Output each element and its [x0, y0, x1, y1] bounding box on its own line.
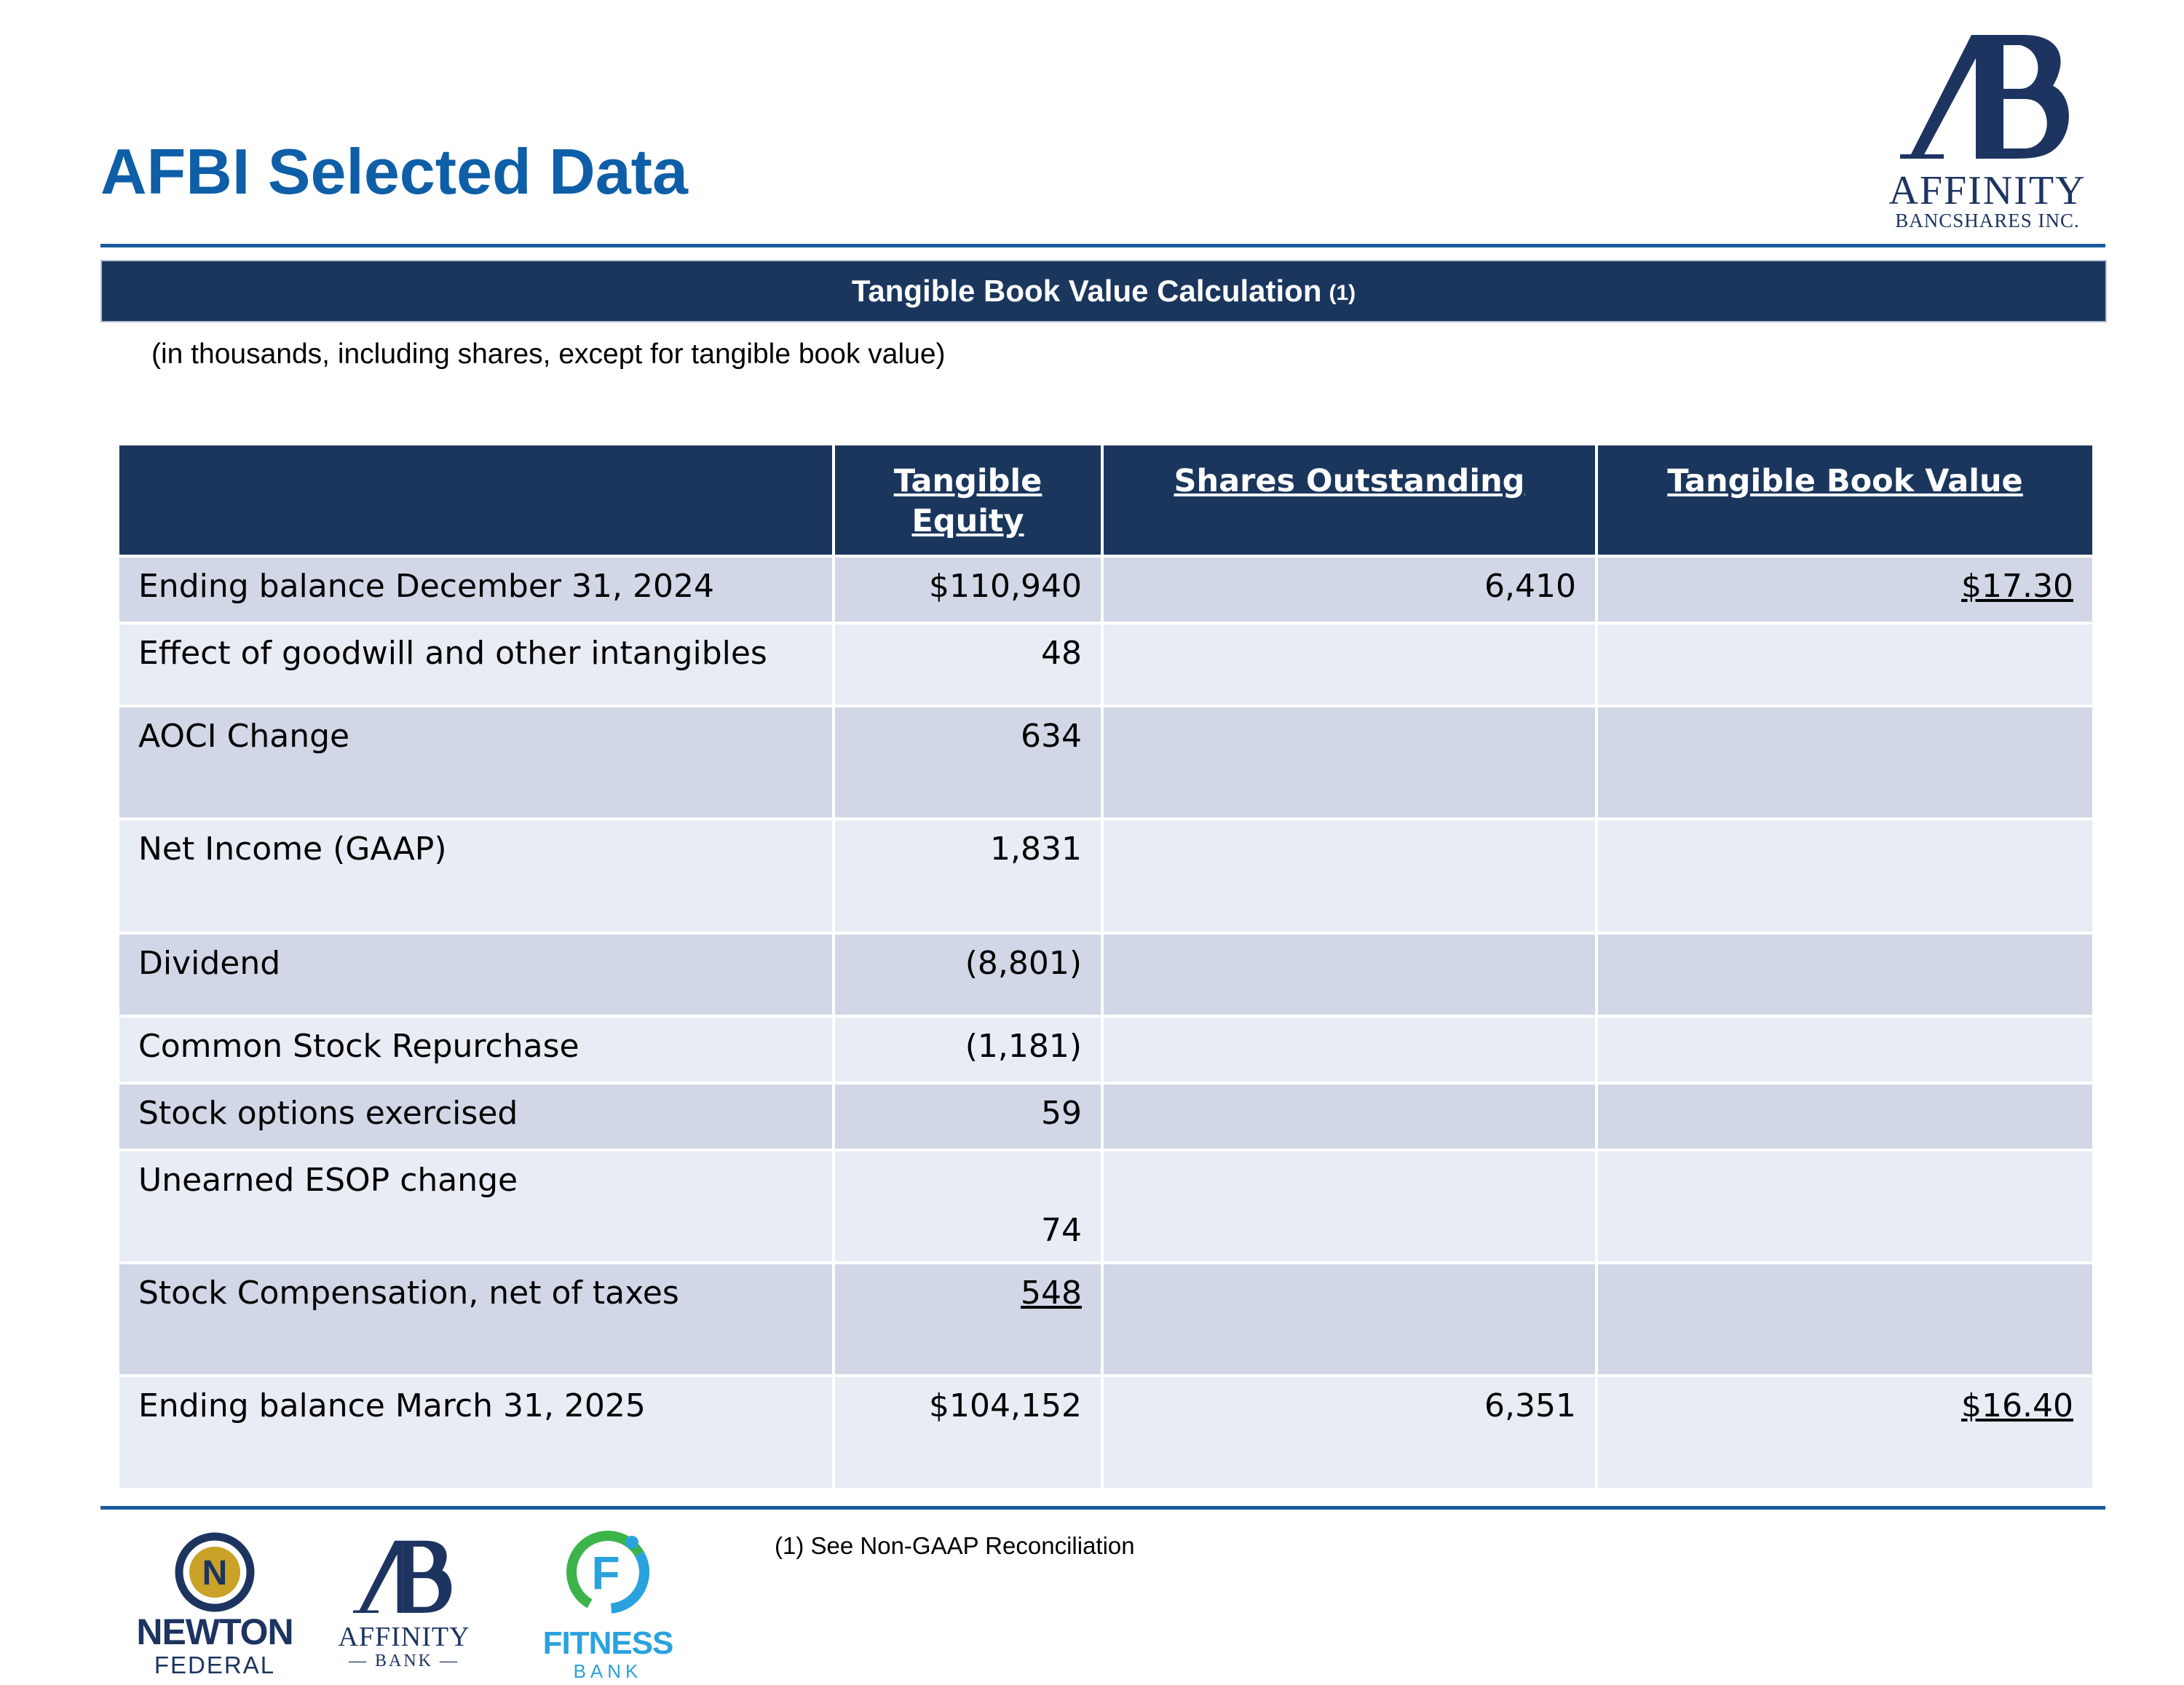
row-shares — [1101, 1082, 1598, 1151]
row-equity: (8,801) — [832, 932, 1104, 1018]
page-title: AFBI Selected Data — [100, 135, 688, 207]
header-tangible-equity: Tangible Equity — [832, 443, 1104, 558]
row-equity: (1,181) — [832, 1015, 1104, 1085]
fitness-f-icon: F — [566, 1531, 649, 1614]
banner-title: Tangible Book Value Calculation — [851, 274, 1322, 308]
row-label: Ending balance March 31, 2025 — [116, 1374, 835, 1491]
newton-wordmark: NEWTON — [136, 1611, 293, 1652]
table-row: Unearned ESOP change 74 — [116, 1149, 2095, 1264]
row-tbv — [1595, 1149, 2095, 1264]
logo-subwordmark: BANCSHARES INC. — [1895, 210, 2080, 231]
table-row: Net Income (GAAP) 1,831 — [116, 817, 2095, 935]
row-tbv — [1595, 622, 2095, 707]
header-tangible-book-value: Tangible Book Value — [1595, 443, 2095, 558]
row-tbv: $16.40 — [1595, 1374, 2095, 1491]
row-tbv — [1595, 932, 2095, 1018]
row-equity: $104,152 — [832, 1374, 1104, 1491]
tangible-book-value-table: Tangible Equity Shares Outstanding Tangi… — [116, 443, 2095, 1491]
row-shares — [1101, 622, 1598, 707]
logo-wordmark: AFFINITY — [1888, 168, 2086, 213]
table-row: Stock options exercised 59 — [116, 1082, 2095, 1151]
row-label: AOCI Change — [116, 705, 835, 820]
row-shares — [1101, 705, 1598, 820]
units-note: (in thousands, including shares, except … — [151, 338, 946, 370]
row-equity: $110,940 — [832, 555, 1104, 625]
row-equity: 48 — [832, 622, 1104, 707]
newton-subwordmark: FEDERAL — [154, 1652, 276, 1678]
ab-monogram-icon — [1900, 35, 2069, 159]
banner-footnote-ref: (1) — [1329, 281, 1356, 305]
fitness-subwordmark: BANK — [573, 1660, 643, 1682]
row-tbv: $17.30 — [1595, 555, 2095, 625]
affinity-bancshares-logo: AFFINITY BANCSHARES INC. — [1878, 29, 2097, 240]
table-header-row: Tangible Equity Shares Outstanding Tangi… — [116, 443, 2095, 558]
fitness-bank-logo: F FITNESS BANK — [535, 1525, 681, 1685]
row-equity: 1,831 — [832, 817, 1104, 935]
row-shares: 6,410 — [1101, 555, 1598, 625]
affinity-bank-subwordmark: — BANK — — [348, 1652, 459, 1670]
section-banner: Tangible Book Value Calculation (1) — [100, 260, 2107, 322]
row-shares — [1101, 817, 1598, 935]
row-shares: 6,351 — [1101, 1374, 1598, 1491]
table-row: Ending balance December 31, 2024 $110,94… — [116, 555, 2095, 625]
row-tbv — [1595, 817, 2095, 935]
row-label: Net Income (GAAP) — [116, 817, 835, 935]
row-tbv — [1595, 1261, 2095, 1377]
table-row: Common Stock Repurchase (1,181) — [116, 1015, 2095, 1085]
newton-n-icon: N — [175, 1532, 255, 1612]
footnote: (1) See Non-GAAP Reconciliation — [775, 1532, 1135, 1559]
row-equity: 548 — [1021, 1274, 1082, 1312]
row-shares — [1101, 932, 1598, 1018]
table-row: Effect of goodwill and other intangibles… — [116, 622, 2095, 707]
table-row: AOCI Change 634 — [116, 705, 2095, 820]
row-label: Common Stock Repurchase — [116, 1015, 835, 1085]
row-equity-cell: 548 — [832, 1261, 1104, 1377]
newton-mark: N — [202, 1554, 228, 1593]
table-row: Stock Compensation, net of taxes 548 — [116, 1261, 2095, 1377]
affinity-bank-wordmark: AFFINITY — [338, 1622, 470, 1652]
row-tbv — [1595, 1015, 2095, 1085]
newton-federal-logo: N NEWTON FEDERAL — [124, 1532, 306, 1685]
affinity-bank-logo: AFFINITY — BANK — — [331, 1532, 477, 1685]
row-label: Effect of goodwill and other intangibles — [116, 622, 835, 707]
row-tbv — [1595, 1082, 2095, 1151]
row-label: Stock options exercised — [116, 1082, 835, 1151]
bottom-divider — [100, 1506, 2105, 1510]
top-divider — [100, 244, 2105, 247]
row-label: Dividend — [116, 932, 835, 1018]
row-shares — [1101, 1015, 1598, 1085]
fitness-mark: F — [591, 1547, 620, 1599]
row-equity: 634 — [832, 705, 1104, 820]
table-row: Ending balance March 31, 2025 $104,152 6… — [116, 1374, 2095, 1491]
row-label: Stock Compensation, net of taxes — [116, 1261, 835, 1377]
row-label: Unearned ESOP change — [116, 1149, 835, 1264]
table-row: Dividend (8,801) — [116, 932, 2095, 1018]
row-shares — [1101, 1149, 1598, 1264]
row-label: Ending balance December 31, 2024 — [116, 555, 835, 625]
row-equity: 59 — [832, 1082, 1104, 1151]
fitness-wordmark: FITNESS — [542, 1625, 674, 1661]
header-shares-outstanding: Shares Outstanding — [1101, 443, 1598, 558]
row-shares — [1101, 1261, 1598, 1377]
row-equity: 74 — [832, 1149, 1104, 1264]
header-label — [116, 443, 835, 558]
affinity-ab-icon — [353, 1540, 452, 1613]
row-tbv — [1595, 705, 2095, 820]
